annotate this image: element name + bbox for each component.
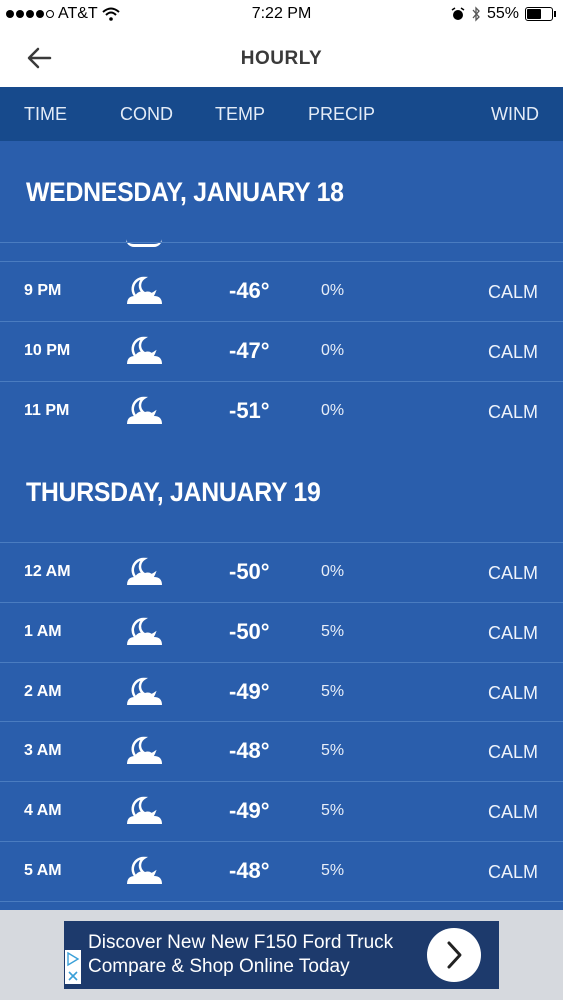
partly-cloudy-night-icon: [127, 276, 162, 304]
column-time: TIME: [24, 104, 67, 124]
hourly-row: 12 AM -50° 0% CALM: [0, 543, 563, 602]
row-time: 4 AM: [24, 802, 62, 819]
status-right: 55%: [451, 5, 556, 23]
chevron-right-icon: [447, 941, 462, 969]
battery-percent: 55%: [486, 5, 519, 22]
ad-go-button[interactable]: [427, 928, 481, 982]
battery-icon: [525, 7, 556, 21]
row-time: 3 AM: [24, 742, 62, 759]
row-temp: -51°: [229, 398, 270, 423]
row-precip: 5%: [321, 802, 345, 819]
row-wind: CALM: [487, 282, 538, 302]
hourly-list[interactable]: WEDNESDAY, JANUARY 18 9 PM -46° 0% CALM …: [0, 141, 563, 910]
row-precip: 5%: [321, 742, 345, 759]
row-temp: -50°: [229, 559, 270, 584]
row-time: 2 AM: [24, 683, 62, 700]
row-wind: CALM: [487, 742, 538, 762]
hourly-row: 3 AM -48° 5% CALM: [0, 722, 563, 781]
divider: [0, 901, 563, 902]
partly-cloudy-night-icon: [127, 677, 162, 705]
hourly-row: 2 AM -49° 5% CALM: [0, 663, 563, 722]
row-time: 10 PM: [24, 342, 71, 359]
divider: [0, 242, 563, 243]
row-time: 5 AM: [24, 862, 62, 879]
row-wind: CALM: [487, 402, 538, 422]
column-precip: PRECIP: [308, 104, 376, 124]
ad-line-2: Compare & Shop Online Today: [88, 956, 350, 977]
page-title: HOURLY: [240, 48, 323, 69]
row-time: 1 AM: [24, 623, 62, 640]
hourly-row: 5 AM -48° 5% CALM: [0, 842, 563, 901]
hourly-row: 4 AM -49° 5% CALM: [0, 782, 563, 841]
row-precip: 0%: [321, 563, 345, 580]
hourly-row: 1 AM -50° 5% CALM: [0, 603, 563, 662]
row-wind: CALM: [487, 683, 538, 703]
row-temp: -48°: [229, 858, 270, 883]
ad-bar: Discover New New F150 Ford Truck Compare…: [0, 910, 563, 1000]
partly-cloudy-night-icon: [127, 557, 162, 585]
row-time: 11 PM: [24, 402, 70, 419]
partly-cloudy-night-icon: [127, 796, 162, 824]
row-temp: -46°: [229, 278, 270, 303]
row-temp: -47°: [229, 338, 270, 363]
app-header: HOURLY: [0, 30, 563, 87]
row-wind: CALM: [487, 623, 538, 643]
column-temp: TEMP: [215, 104, 266, 124]
hourly-row: 10 PM -47° 0% CALM: [0, 322, 563, 381]
partly-cloudy-night-icon: [127, 336, 162, 364]
status-bar: AT&T 7:22 PM 55%: [0, 0, 563, 30]
hourly-row: 9 PM -46° 0% CALM: [0, 262, 563, 321]
day-heading: THURSDAY, JANUARY 19: [26, 477, 321, 507]
partly-cloudy-night-icon: [127, 856, 162, 884]
column-cond: COND: [120, 104, 173, 124]
row-temp: -48°: [229, 738, 270, 763]
row-wind: CALM: [487, 862, 538, 882]
row-wind: CALM: [487, 342, 538, 362]
column-wind: WIND: [491, 104, 539, 124]
row-time: 9 PM: [24, 282, 62, 299]
row-precip: 5%: [321, 862, 345, 879]
partly-cloudy-night-icon: [127, 617, 162, 645]
row-precip: 5%: [321, 683, 345, 700]
bluetooth-icon: [472, 6, 480, 22]
partly-cloudy-night-icon: [127, 736, 162, 764]
row-precip: 0%: [321, 342, 345, 359]
row-precip: 5%: [321, 623, 345, 640]
ad-banner[interactable]: Discover New New F150 Ford Truck Compare…: [64, 921, 499, 989]
ad-line-1: Discover New New F150 Ford Truck: [88, 932, 394, 953]
day-heading: WEDNESDAY, JANUARY 18: [26, 177, 344, 207]
adchoices-icon[interactable]: [65, 950, 81, 984]
row-time: 12 AM: [24, 563, 71, 580]
row-precip: 0%: [321, 282, 345, 299]
row-temp: -49°: [229, 798, 270, 823]
hourly-row: 11 PM -51° 0% CALM: [0, 382, 563, 441]
row-temp: -49°: [229, 679, 270, 704]
partly-cloudy-night-icon: [127, 396, 162, 424]
row-temp: -50°: [229, 619, 270, 644]
column-header: TIME COND TEMP PRECIP WIND: [0, 87, 563, 141]
row-wind: CALM: [487, 802, 538, 822]
row-wind: CALM: [487, 563, 538, 583]
row-precip: 0%: [321, 402, 345, 419]
alarm-clock-icon: [451, 7, 465, 20]
